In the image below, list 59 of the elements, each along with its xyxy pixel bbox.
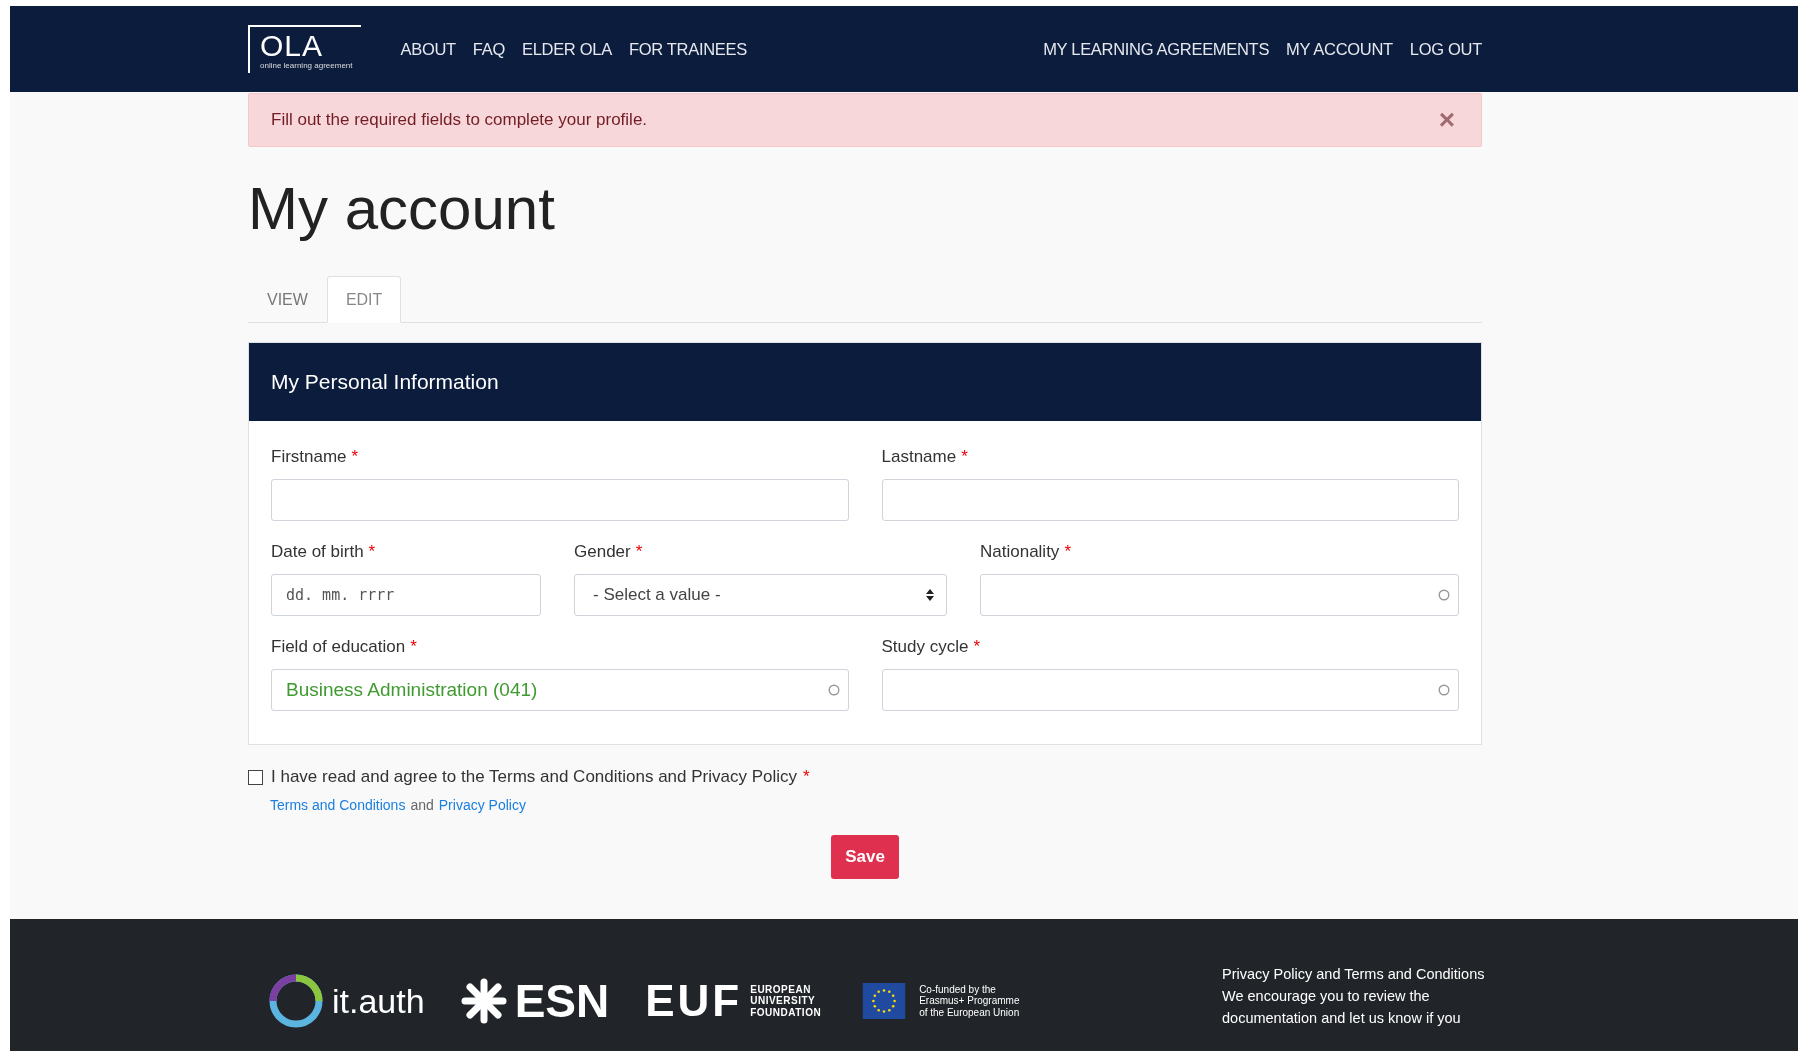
euf-logo-text: EUF [645,979,743,1023]
nav-link[interactable]: FOR TRAINEES [628,39,747,59]
select-field[interactable]: - Select a value - [574,574,947,616]
field-label: Date of birth [271,542,364,562]
required-mark: * [635,542,643,562]
autocomplete-field[interactable]: Business Administration (041) [271,669,849,711]
required-mark: * [1064,542,1071,562]
nav-link[interactable]: FAQ [472,39,505,59]
circle-icon [827,684,840,696]
esn-logo-text: ESN [514,978,610,1024]
alert-message: Fill out the required fields to complete your profile. [271,110,648,130]
ring-icon [268,973,324,1029]
field-label: Study cycle [881,637,969,657]
nav-link[interactable]: MY ACCOUNT [1286,39,1393,59]
autocomplete-field[interactable] [881,669,1459,711]
eu-caption-line: of the European Union [919,1006,1020,1019]
nav-link[interactable]: ABOUT [400,39,456,59]
field-label: Lastname [881,447,957,467]
field-label: Gender [574,542,631,562]
ola-logo[interactable]: OLA online learning agreement [248,25,361,73]
autocomplete-field[interactable] [980,574,1459,616]
star-icon [460,978,507,1024]
field-label: Nationality [980,542,1060,562]
footer-text-line: We encourage you to review the [1222,987,1431,1006]
eu-caption-line: Co-funded by the [919,983,997,996]
circle-icon [1438,589,1450,601]
tab[interactable]: VIEW [248,276,327,323]
nav-link[interactable]: LOG OUT [1409,39,1482,59]
footer-text-line: Privacy Policy and Terms and Conditions [1222,965,1486,984]
sort-arrows-icon [926,589,934,601]
field-label: Firstname [271,447,347,467]
itauth-logo-text: it.auth [332,981,425,1021]
tab[interactable]: EDIT [326,276,402,323]
nav-link[interactable]: MY LEARNING AGREEMENTS [1043,39,1270,59]
required-mark: * [368,542,376,562]
required-mark: * [351,447,359,467]
privacy-link[interactable]: Privacy Policy [438,797,526,813]
link-joiner: and [410,797,434,813]
page-title: My account [248,174,556,244]
terms-link[interactable]: Terms and Conditions [270,797,406,813]
eu-caption-line: Erasmus+ Programme [919,995,1020,1007]
input-field[interactable] [271,479,849,521]
euf-name-line: EUROPEAN [750,983,812,996]
date-field[interactable]: dd. mm. rrrr [271,574,541,616]
field-label: Field of education [271,637,406,657]
required-mark: * [961,447,968,467]
circle-icon [1438,684,1450,696]
panel-title: My Personal Information [271,370,499,394]
input-field[interactable] [881,479,1459,521]
checkbox-label: I have read and agree to the Terms and Conditions and Privacy Policy [271,767,798,787]
save-button[interactable]: Save [831,835,899,879]
euf-name-line: FOUNDATION [750,1006,822,1019]
required-mark: * [973,637,981,657]
required-mark: * [803,767,810,787]
required-mark: * [410,637,417,657]
checkbox[interactable] [248,769,263,785]
euf-name-line: UNIVERSITY [750,995,817,1007]
nav-link[interactable]: ELDER OLA [521,39,612,59]
footer-text-line: documentation and let us know if you [1222,1009,1462,1028]
